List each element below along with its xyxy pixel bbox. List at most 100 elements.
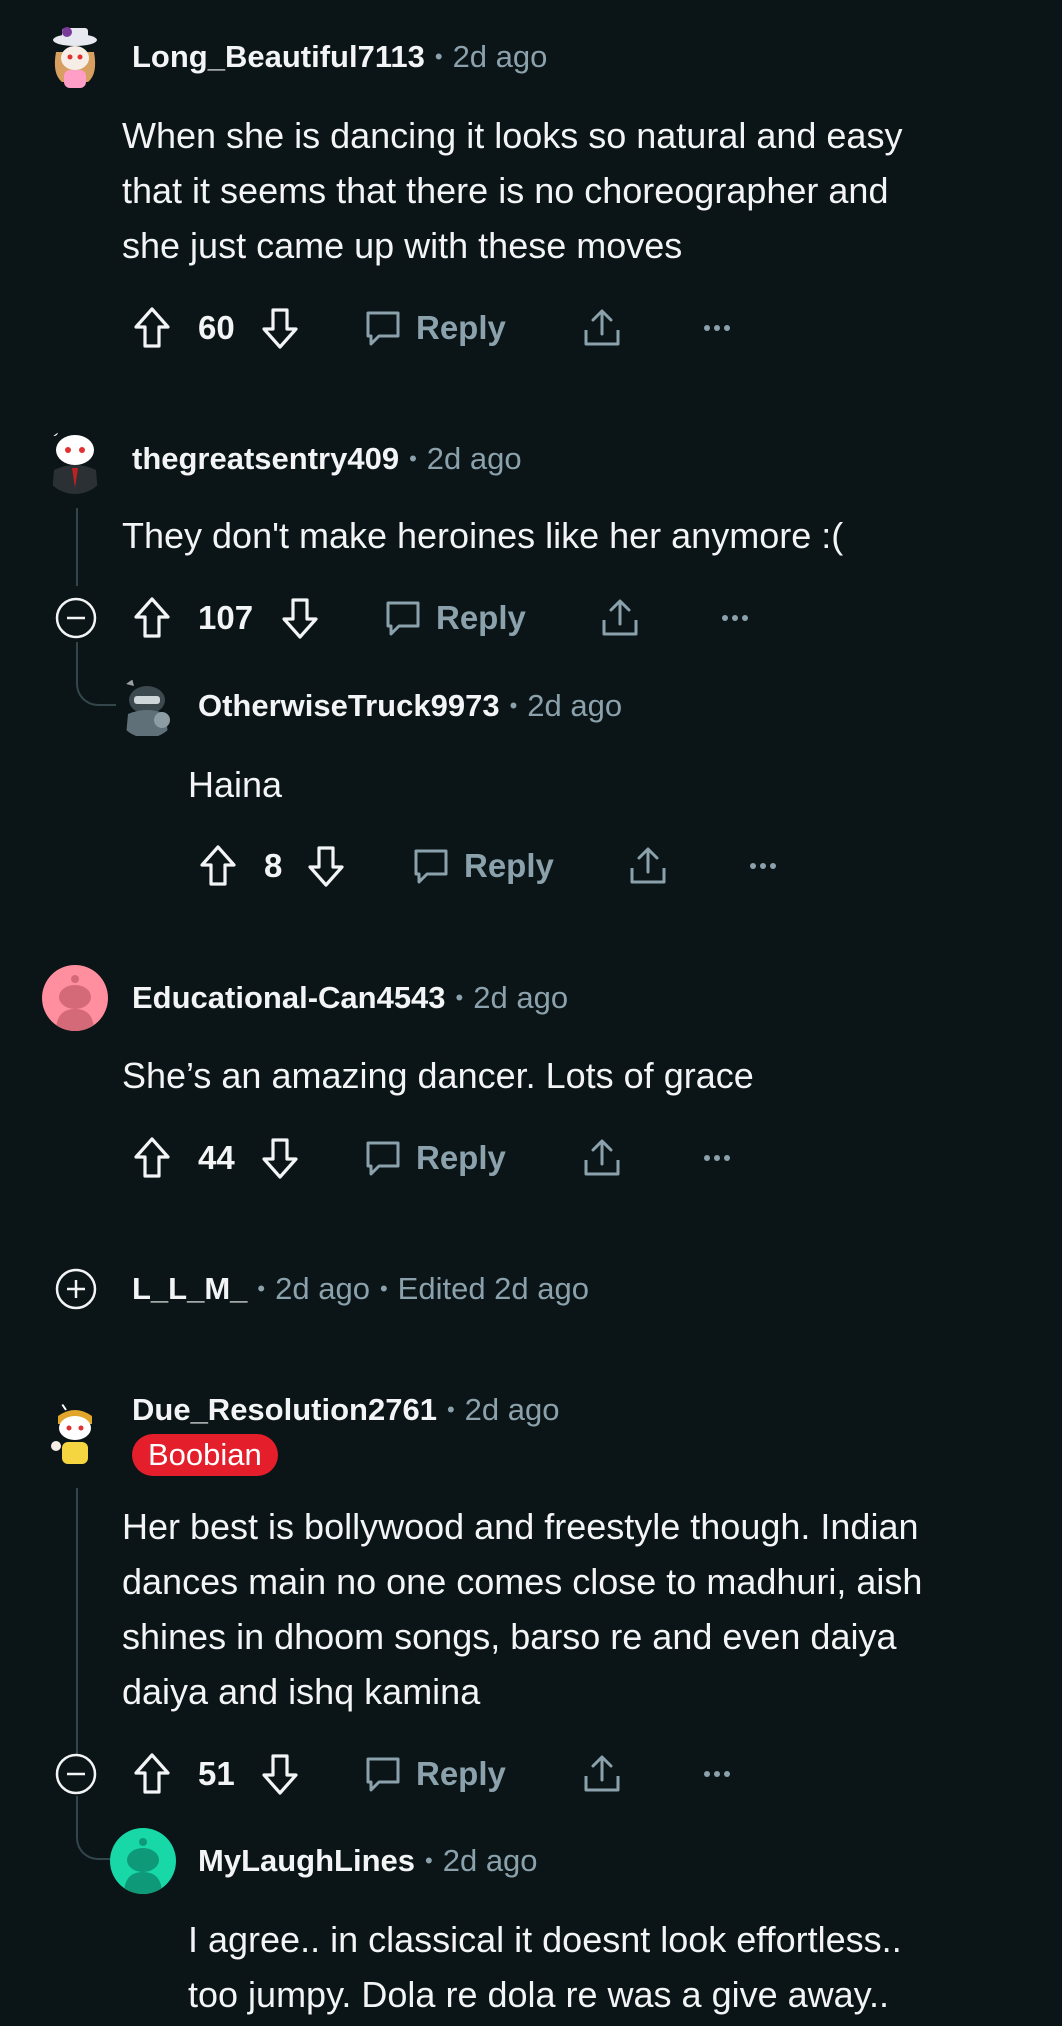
comment-meta: Educational-Can4543 • 2d ago — [132, 976, 568, 1020]
reply-button[interactable]: Reply — [382, 588, 526, 648]
separator-dot: • — [509, 693, 518, 718]
reply-label: Reply — [416, 309, 506, 346]
upvote-button[interactable] — [198, 836, 238, 896]
more-button[interactable] — [720, 588, 750, 648]
downvote-arrow-icon — [306, 844, 346, 888]
timestamp: 2d ago — [473, 980, 569, 1015]
share-button[interactable] — [598, 588, 642, 648]
comment-body: She’s an amazing dancer. Lots of grace — [122, 1048, 754, 1103]
username[interactable]: OtherwiseTruck9973 — [198, 688, 500, 724]
timestamp: 2d ago — [527, 688, 623, 723]
reply-button[interactable]: Reply — [362, 1128, 506, 1188]
vote-count: 51 — [198, 1755, 235, 1792]
reply-button[interactable]: Reply — [410, 836, 554, 896]
thread-branch — [76, 1806, 116, 1860]
share-button[interactable] — [626, 836, 670, 896]
avatar[interactable] — [42, 24, 108, 90]
upvote-button[interactable] — [132, 588, 172, 648]
thread-line — [76, 508, 78, 586]
downvote-button[interactable] — [260, 1744, 300, 1804]
upvote-button[interactable] — [132, 1128, 172, 1188]
upvote-button[interactable] — [132, 298, 172, 358]
reply-label: Reply — [416, 1755, 506, 1792]
timestamp: 2d ago — [452, 39, 548, 74]
more-button[interactable] — [748, 836, 778, 896]
comment-line: too jumpy. Dola re dola re was a give aw… — [188, 1974, 889, 2015]
share-icon — [598, 596, 642, 640]
ellipsis-icon — [702, 1769, 732, 1779]
upvote-arrow-icon — [132, 596, 172, 640]
reply-label: Reply — [464, 847, 554, 884]
thread-branch — [76, 654, 116, 706]
default-avatar-pink — [56, 975, 94, 1031]
share-button[interactable] — [580, 298, 624, 358]
comment-line: She’s an amazing dancer. Lots of grace — [122, 1055, 754, 1096]
avatar[interactable] — [110, 1828, 176, 1894]
reply-label: Reply — [416, 1139, 506, 1176]
comment-actions: 44 Reply — [0, 1128, 1062, 1188]
comment-meta: OtherwiseTruck9973 • 2d ago — [198, 684, 622, 728]
comment-line: daiya and ishq kamina — [122, 1671, 481, 1712]
comment-line: dances main no one comes close to madhur… — [122, 1561, 923, 1602]
speech-bubble-icon — [362, 1753, 404, 1795]
upvote-button[interactable] — [132, 1744, 172, 1804]
separator-dot: • — [409, 446, 417, 471]
share-button[interactable] — [580, 1744, 624, 1804]
comment-line: When she is dancing it looks so natural … — [122, 115, 903, 156]
comment-line: that it seems that there is no choreogra… — [122, 170, 889, 211]
reply-label: Reply — [436, 599, 526, 636]
username[interactable]: L_L_M_ — [132, 1271, 247, 1307]
downvote-button[interactable] — [260, 1128, 300, 1188]
username[interactable]: MyLaughLines — [198, 1843, 415, 1879]
comment-body: I agree.. in classical it doesnt look ef… — [188, 1912, 902, 2022]
share-icon — [580, 306, 624, 350]
comment-meta: thegreatsentry409 • 2d ago — [132, 437, 522, 481]
avatar[interactable] — [116, 676, 178, 738]
speech-bubble-icon — [362, 307, 404, 349]
thread-line — [76, 1488, 78, 1772]
share-button[interactable] — [580, 1128, 624, 1188]
downvote-arrow-icon — [260, 306, 300, 350]
timestamp: 2d ago — [275, 1271, 370, 1306]
comment-body: They don't make heroines like her anymor… — [122, 508, 843, 563]
reply-button[interactable]: Reply — [362, 298, 506, 358]
comment-line: Haina — [188, 764, 283, 805]
upvote-arrow-icon — [132, 1136, 172, 1180]
username[interactable]: Long_Beautiful7113 — [132, 39, 425, 75]
timestamp: 2d ago — [442, 1843, 538, 1878]
username[interactable]: Educational-Can4543 — [132, 980, 446, 1016]
collapsed-comment-meta[interactable]: L_L_M_ • 2d ago • Edited 2d ago — [132, 1267, 589, 1311]
edited-label: Edited 2d ago — [397, 1271, 589, 1306]
comment-actions: 51 Reply — [0, 1744, 1062, 1804]
downvote-arrow-icon — [260, 1752, 300, 1796]
comment-line: shines in dhoom songs, barso re and even… — [122, 1616, 897, 1657]
plus-circle-icon[interactable] — [55, 1268, 97, 1310]
upvote-arrow-icon — [198, 844, 238, 888]
more-button[interactable] — [702, 1744, 732, 1804]
speech-bubble-icon — [410, 845, 452, 887]
timestamp: 2d ago — [464, 1392, 560, 1427]
share-icon — [626, 844, 670, 888]
separator-dot: • — [425, 1848, 433, 1873]
downvote-button[interactable] — [280, 588, 320, 648]
more-button[interactable] — [702, 298, 732, 358]
avatar[interactable] — [42, 428, 108, 494]
speech-bubble-icon — [382, 597, 424, 639]
downvote-arrow-icon — [260, 1136, 300, 1180]
upvote-arrow-icon — [132, 306, 172, 350]
username[interactable]: thegreatsentry409 — [132, 441, 399, 477]
comment-meta: MyLaughLines • 2d ago — [198, 1839, 538, 1883]
username[interactable]: Due_Resolution2761 — [132, 1392, 437, 1428]
comment-meta: Due_Resolution2761 • 2d ago — [132, 1388, 559, 1432]
snoo-avatar-hat — [53, 27, 97, 88]
upvote-arrow-icon — [132, 1752, 172, 1796]
avatar[interactable] — [42, 1402, 108, 1468]
comment-line: I agree.. in classical it doesnt look ef… — [188, 1919, 902, 1960]
downvote-button[interactable] — [260, 298, 300, 358]
vote-count: 8 — [264, 847, 283, 884]
reply-button[interactable]: Reply — [362, 1744, 506, 1804]
downvote-button[interactable] — [306, 836, 346, 896]
avatar[interactable] — [42, 965, 108, 1031]
more-button[interactable] — [702, 1128, 732, 1188]
timestamp: 2d ago — [426, 441, 522, 476]
